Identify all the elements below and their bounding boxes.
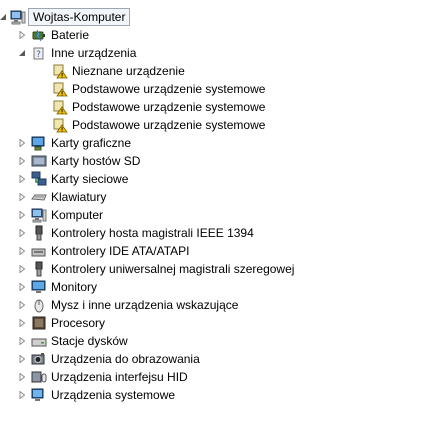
expand-arrow-icon[interactable] bbox=[17, 30, 27, 40]
category-kontrolery-ide-ata-atapi[interactable]: Kontrolery IDE ATA/ATAPI bbox=[0, 242, 441, 260]
category-urz-dzenia-do-obrazowania[interactable]: Urządzenia do obrazowania bbox=[0, 350, 441, 368]
monitor-icon bbox=[31, 279, 47, 295]
expand-arrow-icon[interactable] bbox=[17, 354, 27, 364]
keyboard-icon bbox=[31, 189, 47, 205]
tree-item-label: Urządzenia do obrazowania bbox=[51, 352, 200, 366]
tree-item-label: Monitory bbox=[51, 280, 98, 294]
imaging-device-icon bbox=[31, 351, 47, 367]
mouse-icon bbox=[31, 297, 47, 313]
category-komputer[interactable]: Komputer bbox=[0, 206, 441, 224]
warning-device-icon bbox=[52, 117, 68, 133]
expand-arrow-icon[interactable] bbox=[17, 246, 27, 256]
tree-item-label: Podstawowe urządzenie systemowe bbox=[72, 82, 266, 96]
tree-item-label: Procesory bbox=[51, 316, 106, 330]
system-device-icon bbox=[31, 387, 47, 403]
expand-arrow-icon[interactable] bbox=[17, 282, 27, 292]
unknown-device-icon: ? bbox=[31, 45, 47, 61]
tree-item-label: Podstawowe urządzenie systemowe bbox=[72, 100, 266, 114]
collapse-arrow-icon[interactable] bbox=[0, 12, 8, 22]
sd-host-icon bbox=[31, 153, 47, 169]
tree-item-label: Urządzenia systemowe bbox=[51, 388, 176, 402]
tree-item-label: Klawiatury bbox=[51, 190, 107, 204]
category-mysz-i-inne-urz-dzenia-wskazuj-ce[interactable]: Mysz i inne urządzenia wskazujące bbox=[0, 296, 441, 314]
network-adapter-icon bbox=[31, 171, 47, 187]
expand-arrow-icon[interactable] bbox=[17, 318, 27, 328]
expand-arrow-icon[interactable] bbox=[17, 372, 27, 382]
category-procesory[interactable]: Procesory bbox=[0, 314, 441, 332]
device-item[interactable]: Podstawowe urządzenie systemowe bbox=[0, 80, 441, 98]
tree-item-label: Kontrolery hosta magistrali IEEE 1394 bbox=[51, 226, 254, 240]
expand-arrow-icon[interactable] bbox=[17, 336, 27, 346]
warning-device-icon bbox=[52, 81, 68, 97]
expand-arrow-icon[interactable] bbox=[17, 192, 27, 202]
warning-device-icon bbox=[52, 63, 68, 79]
usb-icon bbox=[31, 261, 47, 277]
expand-arrow-icon[interactable] bbox=[17, 210, 27, 220]
tree-item-label: Komputer bbox=[51, 208, 104, 222]
device-item[interactable]: Podstawowe urządzenie systemowe bbox=[0, 98, 441, 116]
category-urz-dzenia-systemowe[interactable]: Urządzenia systemowe bbox=[0, 386, 441, 404]
tree-item-label: Nieznane urządzenie bbox=[72, 64, 185, 78]
category-karty-host-w-sd[interactable]: Karty hostów SD bbox=[0, 152, 441, 170]
svg-text:?: ? bbox=[36, 50, 41, 60]
ide-controller-icon bbox=[31, 243, 47, 259]
expand-arrow-icon[interactable] bbox=[17, 174, 27, 184]
disk-drive-icon bbox=[31, 333, 47, 349]
device-item[interactable]: Podstawowe urządzenie systemowe bbox=[0, 116, 441, 134]
category-urz-dzenia-interfejsu-hid[interactable]: Urządzenia interfejsu HID bbox=[0, 368, 441, 386]
computer-icon bbox=[31, 207, 47, 223]
category-kontrolery-hosta-magistrali-ieee-1394[interactable]: Kontrolery hosta magistrali IEEE 1394 bbox=[0, 224, 441, 242]
processor-icon bbox=[31, 315, 47, 331]
tree-item-label: Baterie bbox=[51, 28, 90, 42]
tree-item-label: Kontrolery uniwersalnej magistrali szere… bbox=[51, 262, 295, 276]
category-kontrolery-uniwersalnej-magistrali-szeregowej[interactable]: Kontrolery uniwersalnej magistrali szere… bbox=[0, 260, 441, 278]
computer-name-label: Wojtas-Komputer bbox=[28, 8, 131, 26]
tree-item-label: Stacje dysków bbox=[51, 334, 128, 348]
warning-device-icon bbox=[52, 99, 68, 115]
tree-root[interactable]: Wojtas-Komputer bbox=[0, 8, 441, 26]
battery-icon bbox=[31, 27, 47, 43]
expand-arrow-icon[interactable] bbox=[17, 156, 27, 166]
category-karty-graficzne[interactable]: Karty graficzne bbox=[0, 134, 441, 152]
computer-icon bbox=[10, 9, 26, 25]
display-adapter-icon bbox=[31, 135, 47, 151]
tree-item-label: Podstawowe urządzenie systemowe bbox=[72, 118, 266, 132]
expand-arrow-icon[interactable] bbox=[17, 390, 27, 400]
category-monitory[interactable]: Monitory bbox=[0, 278, 441, 296]
tree-item-label: Karty sieciowe bbox=[51, 172, 129, 186]
device-tree[interactable]: Wojtas-Komputer Baterie? Inne urządzenia Ni… bbox=[0, 0, 441, 432]
expand-arrow-icon[interactable] bbox=[17, 228, 27, 238]
category-klawiatury[interactable]: Klawiatury bbox=[0, 188, 441, 206]
category-stacje-dysk-w[interactable]: Stacje dysków bbox=[0, 332, 441, 350]
ieee1394-icon bbox=[31, 225, 47, 241]
expand-arrow-icon[interactable] bbox=[17, 138, 27, 148]
tree-item-label: Urządzenia interfejsu HID bbox=[51, 370, 188, 384]
tree-item-label: Inne urządzenia bbox=[51, 46, 137, 60]
tree-item-label: Karty hostów SD bbox=[51, 154, 141, 168]
category-inne-urz-dzenia[interactable]: ? Inne urządzenia bbox=[0, 44, 441, 62]
hid-icon bbox=[31, 369, 47, 385]
collapse-arrow-icon[interactable] bbox=[17, 48, 27, 58]
expand-arrow-icon[interactable] bbox=[17, 300, 27, 310]
expand-arrow-icon[interactable] bbox=[17, 264, 27, 274]
tree-item-label: Kontrolery IDE ATA/ATAPI bbox=[51, 244, 190, 258]
tree-item-label: Karty graficzne bbox=[51, 136, 132, 150]
tree-item-label: Mysz i inne urządzenia wskazujące bbox=[51, 298, 239, 312]
category-baterie[interactable]: Baterie bbox=[0, 26, 441, 44]
category-karty-sieciowe[interactable]: Karty sieciowe bbox=[0, 170, 441, 188]
device-item[interactable]: Nieznane urządzenie bbox=[0, 62, 441, 80]
